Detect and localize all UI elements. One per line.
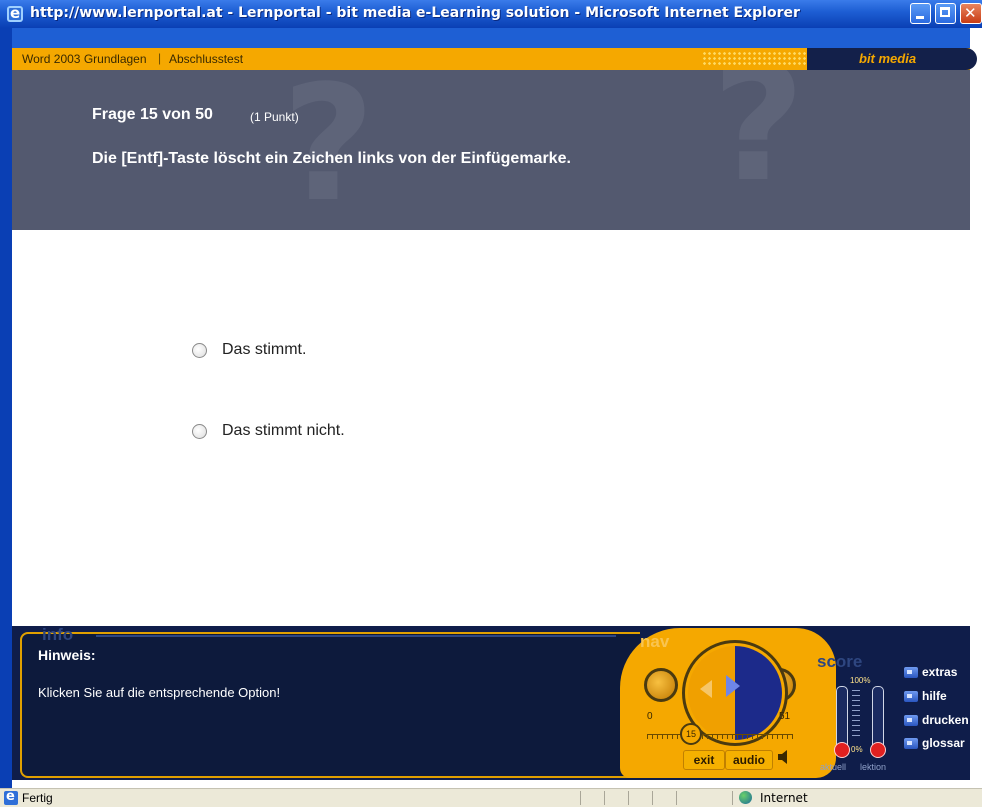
nav-title: nav xyxy=(640,632,670,651)
score-max-label: 100% xyxy=(850,676,871,685)
question-mark-decoration: ? xyxy=(712,70,805,217)
bit-media-logo: bit media xyxy=(859,51,917,66)
brand-dot-pattern xyxy=(702,51,812,66)
course-bar: Word 2003 Grundlagen | Abschlusstest bit… xyxy=(12,48,977,70)
breadcrumb-separator: | xyxy=(158,51,162,65)
menu-item-label: drucken xyxy=(922,713,969,727)
hint-text: Klicken Sie auf die entsprechende Option… xyxy=(38,685,281,700)
status-divider xyxy=(628,791,629,805)
minimize-button[interactable] xyxy=(910,3,931,24)
internet-globe-icon xyxy=(739,791,752,804)
section-title: Abschlusstest xyxy=(169,52,244,66)
answer-label[interactable]: Das stimmt. xyxy=(222,341,306,359)
window-title: http://www.lernportal.at - Lernportal - … xyxy=(30,5,800,21)
menu-item-label: hilfe xyxy=(922,689,947,703)
status-bar: Fertig Internet xyxy=(0,788,982,807)
score-min-label: 0% xyxy=(851,745,863,754)
answer-option-true[interactable]: Das stimmt. xyxy=(192,340,492,362)
radio-button[interactable] xyxy=(192,343,207,358)
thermometer-aktuell xyxy=(836,686,848,746)
button-icon xyxy=(904,738,918,749)
question-slider-thumb[interactable]: 15 xyxy=(680,723,702,745)
menu-item-glossar[interactable]: glossar xyxy=(904,736,974,752)
speaker-icon[interactable] xyxy=(778,750,790,764)
ie-icon xyxy=(7,4,23,22)
exit-button[interactable]: exit xyxy=(683,750,725,770)
audio-button[interactable]: audio xyxy=(725,750,773,770)
button-icon xyxy=(904,667,918,678)
window-frame-top xyxy=(0,28,982,48)
status-divider xyxy=(604,791,605,805)
question-number: Frage 15 von 50 xyxy=(92,106,213,123)
button-icon xyxy=(904,715,918,726)
question-text: Die [Entf]-Taste löscht ein Zeichen link… xyxy=(92,150,571,167)
window-titlebar[interactable]: http://www.lernportal.at - Lernportal - … xyxy=(0,0,982,28)
status-divider xyxy=(732,791,733,805)
answer-label[interactable]: Das stimmt nicht. xyxy=(222,422,345,440)
thermometer-lektion xyxy=(872,686,884,746)
question-slider-track[interactable] xyxy=(647,734,793,739)
info-panel xyxy=(20,632,640,778)
score-title: score xyxy=(817,652,863,671)
course-title: Word 2003 Grundlagen xyxy=(22,52,147,66)
status-divider xyxy=(676,791,677,805)
answer-option-false[interactable]: Das stimmt nicht. xyxy=(192,421,492,443)
question-points: (1 Punkt) xyxy=(250,110,299,124)
status-divider xyxy=(652,791,653,805)
score-scale-ticks xyxy=(852,690,860,740)
menu-item-extras[interactable]: extras xyxy=(904,665,974,681)
slider-min-label: 0 xyxy=(647,711,653,722)
page-icon xyxy=(4,789,18,805)
menu-item-label: glossar xyxy=(922,736,965,750)
hint-title: Hinweis: xyxy=(38,647,96,663)
menu-item-drucken[interactable]: drucken xyxy=(904,713,974,729)
slider-max-label: 51 xyxy=(779,711,791,722)
status-text: Fertig xyxy=(22,791,53,805)
button-icon xyxy=(904,691,918,702)
maximize-button[interactable] xyxy=(935,3,956,24)
nav-left-knob[interactable] xyxy=(644,668,678,702)
info-panel-title: info xyxy=(42,625,74,644)
status-divider xyxy=(580,791,581,805)
radio-button[interactable] xyxy=(192,424,207,439)
question-header: ? ? Frage 15 von 50 (1 Punkt) Die [Entf]… xyxy=(12,70,970,230)
back-arrow-icon[interactable] xyxy=(700,680,712,698)
window-frame-left xyxy=(0,28,12,788)
lektion-label: lektion xyxy=(860,762,887,772)
forward-arrow-icon[interactable] xyxy=(726,675,740,697)
close-button[interactable] xyxy=(960,3,982,24)
aktuell-label: aktuell xyxy=(820,762,847,772)
thermometer-bulb xyxy=(834,742,850,758)
info-divider xyxy=(96,635,616,637)
menu-item-hilfe[interactable]: hilfe xyxy=(904,689,974,705)
menu-item-label: extras xyxy=(922,665,958,679)
thermometer-bulb xyxy=(870,742,886,758)
security-zone: Internet xyxy=(760,791,808,805)
